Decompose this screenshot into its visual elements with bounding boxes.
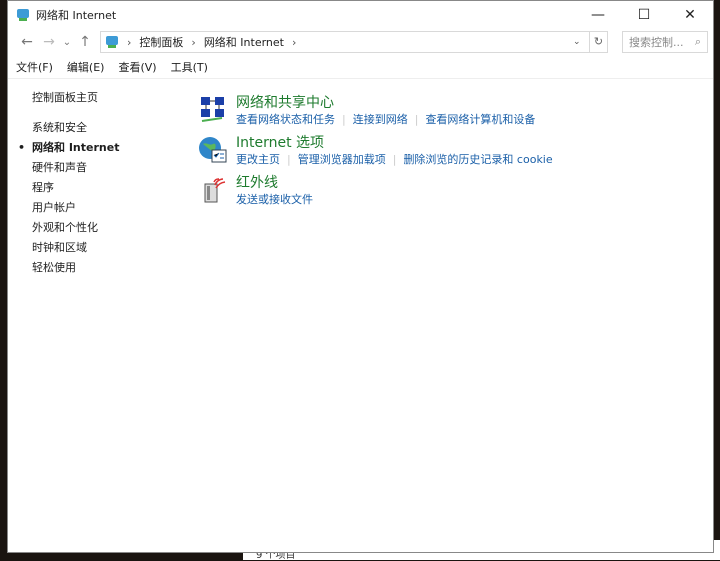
window-title: 网络和 Internet: [36, 9, 117, 22]
sidebar: 控制面板主页 系统和安全 网络和 Internet 硬件和声音 程序 用户帐户 …: [18, 91, 120, 281]
category-infrared: 红外线 发送或接收文件: [198, 174, 553, 208]
infrared-icon: [204, 178, 226, 203]
sidebar-item-programs[interactable]: 程序: [32, 181, 119, 201]
category-internet-options: Internet 选项 更改主页 | 管理浏览器加载项 | 删除浏览的历史记录和 coo…: [198, 134, 553, 168]
back-button[interactable]: ←: [16, 34, 38, 50]
link-send-receive-files[interactable]: 发送或接收文件: [236, 193, 313, 206]
breadcrumb-control-panel[interactable]: 控制面板: [139, 34, 183, 50]
sidebar-item-network-internet[interactable]: 网络和 Internet: [18, 141, 120, 161]
internet-options-icon: [199, 137, 227, 163]
menu-view[interactable]: 查看(V): [118, 59, 156, 75]
divider: |: [392, 153, 397, 166]
control-panel-icon: [106, 36, 118, 48]
refresh-button[interactable]: ↻: [590, 31, 608, 53]
breadcrumb-network-internet[interactable]: 网络和 Internet: [204, 34, 284, 50]
menu-bar: 文件(F) 编辑(E) 查看(V) 工具(T): [8, 55, 713, 79]
category-title-infrared[interactable]: 红外线: [236, 174, 313, 192]
navigation-bar: ← → ⌄ ↑ › 控制面板 › 网络和 Internet › ⌄ ↻ 搜索控制…: [8, 29, 713, 55]
category-list: 网络和共享中心 查看网络状态和任务 | 连接到网络 | 查看网络计算机和设备 Inter…: [198, 94, 553, 214]
divider: |: [414, 113, 419, 126]
divider: |: [342, 113, 346, 126]
category-network-sharing: 网络和共享中心 查看网络状态和任务 | 连接到网络 | 查看网络计算机和设备: [198, 94, 553, 128]
network-sharing-icon: [201, 97, 224, 122]
title-bar: 网络和 Internet — ☐ ✕: [8, 1, 713, 29]
link-view-network-status[interactable]: 查看网络状态和任务: [236, 113, 335, 126]
link-view-network-computers[interactable]: 查看网络计算机和设备: [425, 113, 535, 126]
search-icon[interactable]: ⌕: [695, 35, 701, 49]
network-folder-icon: [17, 9, 29, 21]
forward-button[interactable]: →: [38, 34, 60, 50]
link-change-homepage[interactable]: 更改主页: [236, 153, 280, 166]
link-delete-history[interactable]: 删除浏览的历史记录和 cookie: [403, 153, 552, 166]
breadcrumb-separator: ›: [127, 35, 132, 49]
sidebar-item-appearance[interactable]: 外观和个性化: [32, 221, 119, 241]
sidebar-item-hardware-sound[interactable]: 硬件和声音: [32, 161, 119, 181]
link-connect-network[interactable]: 连接到网络: [353, 113, 408, 126]
recent-locations-button[interactable]: ⌄: [60, 37, 74, 48]
maximize-button[interactable]: ☐: [621, 7, 667, 23]
up-button[interactable]: ↑: [74, 34, 96, 50]
search-placeholder: 搜索控制...: [629, 36, 684, 49]
category-title-internet-options[interactable]: Internet 选项: [236, 134, 553, 152]
address-dropdown-button[interactable]: ⌄: [573, 37, 589, 47]
sidebar-item-system-security[interactable]: 系统和安全: [32, 121, 119, 141]
breadcrumb-separator: ›: [191, 35, 196, 49]
close-button[interactable]: ✕: [667, 7, 713, 23]
divider: |: [287, 153, 291, 166]
menu-file[interactable]: 文件(F): [16, 59, 53, 75]
search-input[interactable]: 搜索控制... ⌕: [622, 31, 708, 53]
sidebar-item-clock-region[interactable]: 时钟和区域: [32, 241, 119, 261]
address-bar[interactable]: › 控制面板 › 网络和 Internet › ⌄: [100, 31, 590, 53]
sidebar-item-ease-of-access[interactable]: 轻松使用: [32, 261, 119, 281]
breadcrumb-separator[interactable]: ›: [292, 36, 296, 49]
category-title-network-sharing[interactable]: 网络和共享中心: [236, 94, 535, 112]
menu-edit[interactable]: 编辑(E): [67, 59, 105, 75]
link-manage-addons[interactable]: 管理浏览器加载项: [298, 153, 386, 166]
sidebar-home-link[interactable]: 控制面板主页: [32, 91, 119, 111]
sidebar-item-user-accounts[interactable]: 用户帐户: [32, 201, 119, 221]
minimize-button[interactable]: —: [575, 7, 621, 23]
control-panel-window: 网络和 Internet — ☐ ✕ ← → ⌄ ↑ › 控制面板 › 网络和 …: [7, 0, 714, 553]
menu-tools[interactable]: 工具(T): [171, 59, 208, 75]
